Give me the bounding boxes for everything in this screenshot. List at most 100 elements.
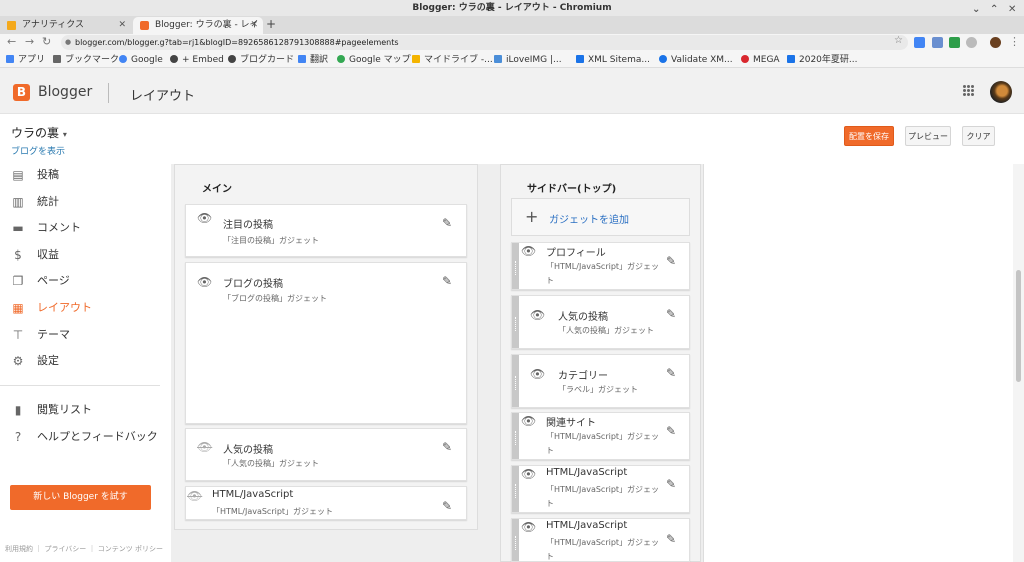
bookmark-star-icon[interactable]: ☆	[894, 35, 903, 46]
eye-icon[interactable]: 👁	[197, 276, 212, 288]
bookmark-folder[interactable]: ブックマーク	[53, 53, 119, 67]
edit-pencil-icon[interactable]: ✎	[666, 533, 678, 545]
reload-icon[interactable]: ↻	[42, 35, 51, 48]
nav-pages[interactable]: ❐ ページ	[0, 269, 171, 293]
blog-selector[interactable]: ウラの裏 ▾	[11, 124, 67, 141]
apps-grid-icon[interactable]	[963, 85, 975, 97]
gadget-name: ブログの投稿	[223, 279, 283, 290]
eye-off-icon[interactable]: 👁	[187, 490, 202, 502]
gadget-profile[interactable]: 👁 プロフィール 「HTML/JavaScript」ガジェッ ト ✎	[511, 242, 690, 290]
bookmark-iloveimg[interactable]: iLoveIMG |...	[494, 53, 562, 67]
gadget-blog-posts[interactable]: 👁 ブログの投稿 「ブログの投稿」ガジェット ✎	[185, 262, 467, 424]
globe-icon	[228, 55, 236, 63]
bookmark-google[interactable]: Google	[119, 53, 163, 67]
nav-settings[interactable]: ⚙ 設定	[0, 349, 171, 373]
preview-button[interactable]: プレビュー	[905, 126, 951, 146]
scrollbar[interactable]	[1013, 164, 1024, 562]
gadget-html-javascript-1[interactable]: 👁 HTML/JavaScript 「HTML/JavaScript」ガジェッ …	[511, 465, 690, 513]
new-tab-button[interactable]: +	[266, 16, 276, 33]
profile-icon[interactable]	[990, 37, 1001, 48]
edit-pencil-icon[interactable]: ✎	[666, 367, 678, 379]
translate-icon	[298, 55, 306, 63]
edit-pencil-icon[interactable]: ✎	[666, 478, 678, 490]
drag-handle[interactable]	[512, 243, 519, 289]
edit-pencil-icon[interactable]: ✎	[666, 308, 678, 320]
gadget-html-javascript[interactable]: 👁 HTML/JavaScript 「HTML/JavaScript」ガジェット…	[185, 486, 467, 520]
extension-icon[interactable]	[966, 37, 977, 48]
bookmark-blogcard[interactable]: ブログカード	[228, 53, 294, 67]
view-blog-link[interactable]: ブログを表示	[11, 144, 65, 157]
add-gadget-button[interactable]: + ガジェットを追加	[511, 198, 690, 236]
url-field[interactable]: ● blogger.com/blogger.g?tab=rj1&blogID=8…	[61, 35, 908, 50]
gadget-type-wrap: ト	[546, 499, 554, 508]
nav-earnings[interactable]: $ 収益	[0, 243, 171, 267]
edit-pencil-icon[interactable]: ✎	[442, 500, 454, 512]
drag-handle[interactable]	[512, 519, 519, 561]
tab-blogger[interactable]: Blogger: ウラの裏 - レイ ✕	[133, 17, 263, 34]
gadget-featured-post[interactable]: 👁 注目の投稿 「注目の投稿」ガジェット ✎	[185, 204, 467, 257]
try-new-blogger-button[interactable]: 新しい Blogger を試す	[10, 485, 151, 510]
forward-icon[interactable]: →	[25, 35, 34, 48]
eye-icon[interactable]: 👁	[521, 521, 536, 533]
bookmark-embed[interactable]: + Embed	[170, 53, 224, 67]
nav-comments[interactable]: ▬ コメント	[0, 216, 171, 240]
nav-layout[interactable]: ▦ レイアウト	[0, 296, 171, 320]
close-tab-icon[interactable]: ✕	[250, 17, 258, 33]
close-tab-icon[interactable]: ✕	[118, 17, 126, 33]
bookmark-drive[interactable]: マイドライブ -...	[412, 53, 493, 67]
extension-icon[interactable]	[914, 37, 925, 48]
extension-icon[interactable]	[932, 37, 943, 48]
bookmark-apps[interactable]: アプリ	[6, 53, 45, 67]
gadget-popular-posts-side[interactable]: 👁 人気の投稿 「人気の投稿」ガジェット ✎	[511, 295, 690, 349]
edit-pencil-icon[interactable]: ✎	[442, 441, 454, 453]
eye-icon[interactable]: 👁	[530, 368, 545, 380]
drag-handle[interactable]	[512, 296, 519, 348]
scrollbar-thumb[interactable]	[1016, 270, 1021, 382]
edit-pencil-icon[interactable]: ✎	[442, 275, 454, 287]
blank-column	[703, 164, 1013, 562]
nav-posts[interactable]: ▤ 投稿	[0, 163, 171, 187]
drag-handle[interactable]	[512, 466, 519, 512]
menu-dots-icon[interactable]: ⋮	[1009, 35, 1020, 48]
footer-links[interactable]: 利用規約 ｜ プライバシー ｜ コンテンツ ポリシー	[5, 544, 163, 554]
eye-icon[interactable]: 👁	[521, 245, 536, 257]
brand-name[interactable]: Blogger	[38, 84, 92, 100]
gadget-categories[interactable]: 👁 カテゴリー 「ラベル」ガジェット ✎	[511, 354, 690, 408]
blogger-logo-icon[interactable]: B	[13, 84, 30, 101]
eye-icon[interactable]: 👁	[197, 212, 212, 224]
edit-pencil-icon[interactable]: ✎	[666, 425, 678, 437]
url-text: blogger.com/blogger.g?tab=rj1&blogID=892…	[75, 38, 399, 47]
edit-pencil-icon[interactable]: ✎	[666, 255, 678, 267]
nav-theme[interactable]: ⊤ テーマ	[0, 323, 171, 347]
window-title: Blogger: ウラの裏 - レイアウト - Chromium	[412, 3, 612, 13]
gadget-type: 「HTML/JavaScript」ガジェッ	[546, 262, 660, 271]
bookmark-mega[interactable]: MEGA	[741, 53, 780, 67]
edit-pencil-icon[interactable]: ✎	[442, 217, 454, 229]
drag-handle[interactable]	[512, 413, 519, 459]
gadget-type: 「人気の投稿」ガジェット	[223, 459, 319, 468]
avatar[interactable]	[990, 81, 1012, 103]
bookmark-translate[interactable]: 翻訳	[298, 53, 328, 67]
bookmark-validate[interactable]: Validate XM...	[659, 53, 733, 67]
save-arrangement-button[interactable]: 配置を保存	[844, 126, 894, 146]
lock-icon: ●	[65, 38, 72, 46]
eye-icon[interactable]: 👁	[530, 309, 545, 321]
nav-help[interactable]: ? ヘルプとフィードバック	[0, 425, 171, 449]
gadget-html-javascript-2[interactable]: 👁 HTML/JavaScript 「HTML/JavaScript」ガジェッ …	[511, 518, 690, 562]
drag-handle[interactable]	[512, 355, 519, 407]
bookmark-maps[interactable]: Google マップ	[337, 53, 411, 67]
extension-icon[interactable]	[949, 37, 960, 48]
nav-stats[interactable]: ▥ 統計	[0, 190, 171, 214]
clear-button[interactable]: クリア	[962, 126, 995, 146]
gadget-popular-posts[interactable]: 👁 人気の投稿 「人気の投稿」ガジェット ✎	[185, 428, 467, 481]
help-icon: ?	[14, 430, 22, 444]
nav-reading-list[interactable]: ▮ 閲覧リスト	[0, 398, 171, 422]
back-icon[interactable]: ←	[7, 35, 16, 48]
bookmark-sitemap[interactable]: XML Sitema...	[576, 53, 650, 67]
bookmark-research[interactable]: 2020年夏研...	[787, 53, 858, 67]
eye-off-icon[interactable]: 👁	[197, 441, 212, 453]
eye-icon[interactable]: 👁	[521, 415, 536, 427]
tab-analytics[interactable]: アナリティクス ✕	[0, 17, 131, 34]
gadget-related-sites[interactable]: 👁 関連サイト 「HTML/JavaScript」ガジェッ ト ✎	[511, 412, 690, 460]
eye-icon[interactable]: 👁	[521, 468, 536, 480]
